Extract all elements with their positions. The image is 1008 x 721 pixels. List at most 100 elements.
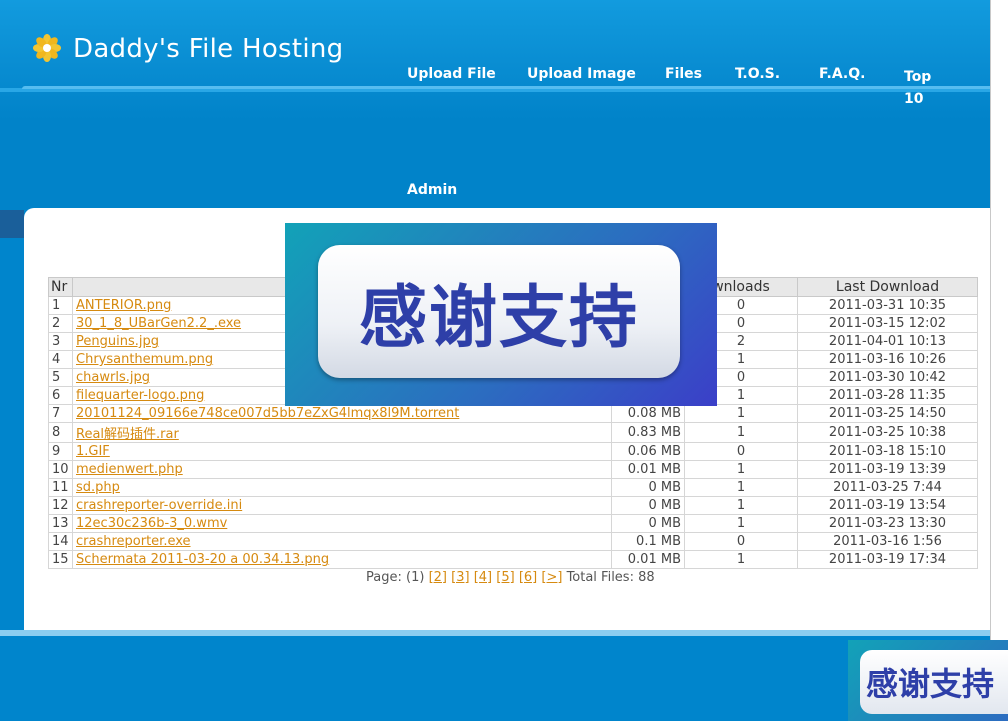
col-nr: Nr [48, 277, 73, 297]
row-size: 0.01 MB [611, 550, 685, 569]
nav-files[interactable]: Files [665, 66, 702, 82]
row-size: 0.83 MB [611, 422, 685, 443]
table-row: 8 Real解码插件.rar 0.83 MB 1 2011-03-25 10:38 [48, 422, 978, 443]
corner-banner-plate: 感谢支持 [860, 650, 1008, 714]
site-title[interactable]: Daddy's File Hosting [73, 34, 343, 64]
row-size: 0.06 MB [611, 442, 685, 461]
row-downloads: 1 [684, 404, 798, 423]
row-name-cell: crashreporter-override.ini [72, 496, 612, 515]
pager-next[interactable]: [>] [541, 570, 562, 585]
corner-banner[interactable]: 感谢支持 [848, 640, 1008, 721]
row-last-download: 2011-03-25 7:44 [797, 478, 978, 497]
row-nr: 10 [48, 460, 73, 479]
row-name-cell: Schermata 2011-03-20 a 00.34.13.png [72, 550, 612, 569]
nav-upload-image[interactable]: Upload Image [527, 66, 636, 82]
row-last-download: 2011-03-30 10:42 [797, 368, 978, 387]
file-link[interactable]: 20101124_09166e748ce007d5bb7eZxG4lmqx8l9… [76, 406, 459, 421]
file-link[interactable]: Chrysanthemum.png [76, 352, 213, 367]
file-link[interactable]: Real解码插件.rar [76, 427, 179, 442]
pagination: Page: (1) [2] [3] [4] [5] [6] [>] Total … [366, 570, 655, 585]
row-last-download: 2011-03-31 10:35 [797, 296, 978, 315]
pager-page-2[interactable]: [2] [429, 570, 447, 585]
nav-tos[interactable]: T.O.S. [735, 66, 780, 82]
row-downloads: 1 [684, 460, 798, 479]
pager-page-3[interactable]: [3] [451, 570, 469, 585]
nav-top-10[interactable]: Top 10 [904, 66, 938, 110]
file-link[interactable]: 30_1_8_UBarGen2.2_.exe [76, 316, 241, 331]
pager-page-4[interactable]: [4] [474, 570, 492, 585]
row-last-download: 2011-03-15 12:02 [797, 314, 978, 333]
file-link[interactable]: crashreporter.exe [76, 534, 191, 549]
row-nr: 12 [48, 496, 73, 515]
col-last-download: Last Download [797, 277, 978, 297]
file-link[interactable]: ANTERIOR.png [76, 298, 171, 313]
overlay-banner[interactable]: 感谢支持 [285, 223, 717, 406]
corner-banner-text: 感谢支持 [866, 665, 995, 703]
row-last-download: 2011-03-16 10:26 [797, 350, 978, 369]
table-row: 14 crashreporter.exe 0.1 MB 0 2011-03-16 1:5… [48, 532, 978, 551]
pager-current: (1) [406, 570, 425, 585]
file-link[interactable]: crashreporter-override.ini [76, 498, 242, 513]
row-nr: 13 [48, 514, 73, 533]
nav-admin[interactable]: Admin [407, 182, 457, 198]
flower-logo-icon [33, 34, 61, 62]
row-size: 0 MB [611, 478, 685, 497]
row-name-cell: 1.GIF [72, 442, 612, 461]
table-row: 9 1.GIF 0.06 MB 0 2011-03-18 15:10 [48, 442, 978, 461]
row-name-cell: sd.php [72, 478, 612, 497]
row-last-download: 2011-03-25 10:38 [797, 422, 978, 443]
row-nr: 7 [48, 404, 73, 423]
pager-total: Total Files: 88 [566, 570, 655, 585]
file-link[interactable]: medienwert.php [76, 462, 183, 477]
nav-faq[interactable]: F.A.Q. [819, 66, 865, 82]
file-link[interactable]: Penguins.jpg [76, 334, 159, 349]
pager-page-6[interactable]: [6] [519, 570, 537, 585]
row-last-download: 2011-03-16 1:56 [797, 532, 978, 551]
row-size: 0.01 MB [611, 460, 685, 479]
table-row: 11 sd.php 0 MB 1 2011-03-25 7:44 [48, 478, 978, 497]
row-last-download: 2011-03-18 15:10 [797, 442, 978, 461]
row-last-download: 2011-03-19 13:39 [797, 460, 978, 479]
file-link[interactable]: 12ec30c236b-3_0.wmv [76, 516, 227, 531]
row-name-cell: crashreporter.exe [72, 532, 612, 551]
row-last-download: 2011-03-19 17:34 [797, 550, 978, 569]
file-link[interactable]: sd.php [76, 480, 120, 495]
file-link[interactable]: Schermata 2011-03-20 a 00.34.13.png [76, 552, 329, 567]
row-name-cell: Real解码插件.rar [72, 422, 612, 443]
row-nr: 6 [48, 386, 73, 405]
row-last-download: 2011-03-25 14:50 [797, 404, 978, 423]
row-nr: 11 [48, 478, 73, 497]
row-size: 0 MB [611, 514, 685, 533]
row-size: 0 MB [611, 496, 685, 515]
table-row: 7 20101124_09166e748ce007d5bb7eZxG4lmqx8l… [48, 404, 978, 423]
row-nr: 8 [48, 422, 73, 443]
file-link[interactable]: 1.GIF [76, 444, 110, 459]
row-nr: 3 [48, 332, 73, 351]
table-row: 12 crashreporter-override.ini 0 MB 1 2011-03… [48, 496, 978, 515]
row-nr: 14 [48, 532, 73, 551]
left-strip [0, 210, 24, 238]
table-row: 15 Schermata 2011-03-20 a 00.34.13.png 0.0… [48, 550, 978, 569]
row-nr: 15 [48, 550, 73, 569]
file-link[interactable]: chawrls.jpg [76, 370, 150, 385]
file-link[interactable]: filequarter-logo.png [76, 388, 204, 403]
row-name-cell: 20101124_09166e748ce007d5bb7eZxG4lmqx8l9… [72, 404, 612, 423]
row-last-download: 2011-03-19 13:54 [797, 496, 978, 515]
row-downloads: 1 [684, 496, 798, 515]
row-nr: 1 [48, 296, 73, 315]
row-downloads: 1 [684, 514, 798, 533]
row-nr: 2 [48, 314, 73, 333]
page-scrollbar[interactable] [990, 0, 1008, 640]
row-size: 0.08 MB [611, 404, 685, 423]
row-name-cell: medienwert.php [72, 460, 612, 479]
table-row: 13 12ec30c236b-3_0.wmv 0 MB 1 2011-03-23 13:… [48, 514, 978, 533]
row-last-download: 2011-03-28 11:35 [797, 386, 978, 405]
site-header [0, 0, 990, 210]
row-nr: 5 [48, 368, 73, 387]
row-downloads: 1 [684, 550, 798, 569]
row-last-download: 2011-04-01 10:13 [797, 332, 978, 351]
row-last-download: 2011-03-23 13:30 [797, 514, 978, 533]
row-downloads: 0 [684, 442, 798, 461]
pager-page-5[interactable]: [5] [496, 570, 514, 585]
nav-upload-file[interactable]: Upload File [407, 66, 496, 82]
